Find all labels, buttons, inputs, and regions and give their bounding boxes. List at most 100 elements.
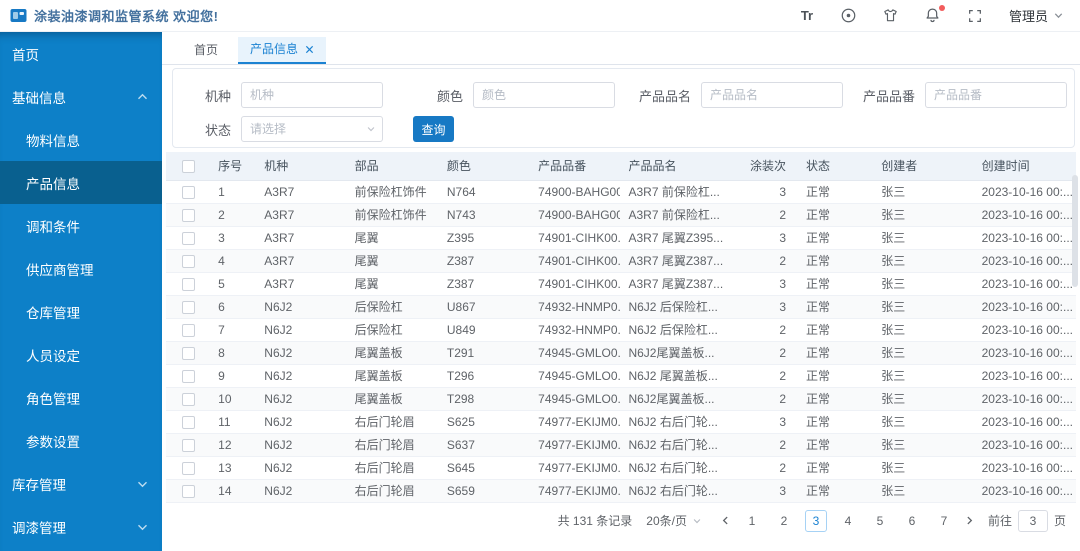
page-size-select[interactable]: 20条/页 [646,512,702,529]
row-checkbox[interactable] [181,254,195,268]
row-checkbox[interactable] [181,231,195,245]
sidebar-item-label: 参数设置 [26,434,80,450]
cell: 3 [737,226,799,250]
jump-page-input[interactable] [1017,509,1048,532]
cell: 正常 [798,318,874,342]
table-header-row: 序号 机种 部品 颜色 产品品番 产品品名 涂装次 状态 创建者 创建时间 [166,152,1076,181]
cell: N6J2 后保险杠... [620,295,738,319]
cell: 1 [210,180,257,204]
cell: 74900-BAHG00... [530,203,621,227]
row-checkbox[interactable] [181,461,195,475]
notification-bell-icon[interactable] [923,4,945,26]
cell: 2023-10-16 00:... [973,410,1076,434]
cell: 正常 [798,203,874,227]
row-checkbox[interactable] [181,346,195,360]
page-button-2[interactable]: 2 [773,510,795,532]
page-button-4[interactable]: 4 [837,510,859,532]
table-row: 10 N6J2 尾翼盖板 T298 74945-GMLO0... N6J2尾翼盖板... 2… [166,387,1076,411]
sidebar-item-7[interactable]: 人员设定 [0,333,162,376]
sidebar-item-2[interactable]: 物料信息 [0,118,162,161]
tshirt-theme-icon[interactable] [881,6,901,26]
sidebar-item-3[interactable]: 产品信息 [0,161,162,204]
cell: 2 [210,203,257,227]
next-page-button[interactable] [960,510,980,532]
sidebar-item-0[interactable]: 首页 [0,32,162,75]
table-row: 8 N6J2 尾翼盖板 T291 74945-GMLO0... N6J2尾翼盖板... 2 正… [166,341,1076,365]
row-checkbox[interactable] [181,185,195,199]
sidebar-item-5[interactable]: 供应商管理 [0,247,162,290]
cell: A3R7 尾翼Z387... [620,272,738,296]
sidebar-item-4[interactable]: 调和条件 [0,204,162,247]
table-scrollbar[interactable] [1072,175,1078,287]
sidebar-item-label: 基础信息 [12,90,66,106]
cell: 3 [737,272,799,296]
cell: 正常 [798,295,874,319]
row-checkbox[interactable] [181,484,195,498]
sidebar-item-label: 角色管理 [26,391,80,407]
cell: 2 [737,318,799,342]
cell: 正常 [798,410,874,434]
row-checkbox[interactable] [181,415,195,429]
query-button[interactable]: 查询 [413,116,454,142]
row-checkbox[interactable] [181,369,195,383]
product-no-input[interactable] [925,82,1067,108]
user-name: 管理员 [1008,9,1048,24]
sidebar-item-6[interactable]: 仓库管理 [0,290,162,333]
row-checkbox[interactable] [181,300,195,314]
select-all-cell [166,152,211,181]
row-checkbox[interactable] [181,438,195,452]
row-checkbox[interactable] [181,392,195,406]
sidebar-item-10[interactable]: 库存管理 [0,462,162,505]
row-checkbox[interactable] [181,323,195,337]
page-button-5[interactable]: 5 [869,510,891,532]
cell: N6J2 右后门轮... [620,433,738,457]
product-name-input[interactable] [701,82,843,108]
page-button-1[interactable]: 1 [741,510,763,532]
column-header-3: 颜色 [438,152,531,181]
cell: S645 [438,456,531,480]
sidebar-item-8[interactable]: 角色管理 [0,376,162,419]
cell: 右后门轮眉 [346,479,439,503]
cell: 2 [737,433,799,457]
cell: 74901-CIHK00... [530,249,621,273]
filter-product-no: 产品品番 [845,82,1067,108]
sidebar-item-label: 仓库管理 [26,305,80,321]
cell: 张三 [873,433,974,457]
cell: N743 [438,203,531,227]
select-all-checkbox[interactable] [181,159,195,173]
page-button-3[interactable]: 3 [804,509,827,532]
cell: 尾翼 [346,226,439,250]
row-checkbox[interactable] [181,277,195,291]
tab-product-info[interactable]: 产品信息 [238,37,327,64]
column-header-7: 状态 [798,152,874,181]
close-tab-icon[interactable] [305,45,314,54]
cell: A3R7 前保险杠... [620,203,738,227]
cell: 74977-EKIJM0... [530,456,621,480]
product-table-wrap: 序号 机种 部品 颜色 产品品番 产品品名 涂装次 状态 创建者 创建时间 1 A3R7 前保险杠饰件… [166,152,1076,503]
sidebar-item-11[interactable]: 调漆管理 [0,505,162,548]
record-icon[interactable] [839,6,859,26]
page-button-6[interactable]: 6 [901,510,923,532]
page-button-7[interactable]: 7 [933,510,955,532]
cell: Z387 [438,272,531,296]
prev-page-button[interactable] [716,510,736,532]
sidebar-item-1[interactable]: 基础信息 [0,75,162,118]
row-select-cell [166,249,211,273]
row-select-cell [166,180,211,204]
color-label: 颜色 [436,88,463,104]
user-menu[interactable]: 管理员 [1009,6,1064,25]
sidebar-item-9[interactable]: 参数设置 [0,419,162,462]
color-input[interactable] [473,82,615,108]
table-body: 1A3R7前保险杠饰件N76474900-BAHG00...A3R7 前保险杠.… [166,180,1076,503]
machine-input[interactable] [241,82,383,108]
status-select[interactable] [241,116,383,142]
main-content: 首页 产品信息 机种 颜色 产品品名 产品品番 状态 [162,32,1080,551]
tab-home[interactable]: 首页 [182,37,230,64]
cell: 74977-EKIJM0... [530,433,621,457]
sidebar-item-label: 首页 [12,47,39,63]
font-size-icon[interactable]: Tr [797,6,817,26]
row-checkbox[interactable] [181,208,195,222]
cell: 74945-GMLO0... [530,387,621,411]
cell: 3 [737,410,799,434]
fullscreen-icon[interactable] [965,6,985,26]
